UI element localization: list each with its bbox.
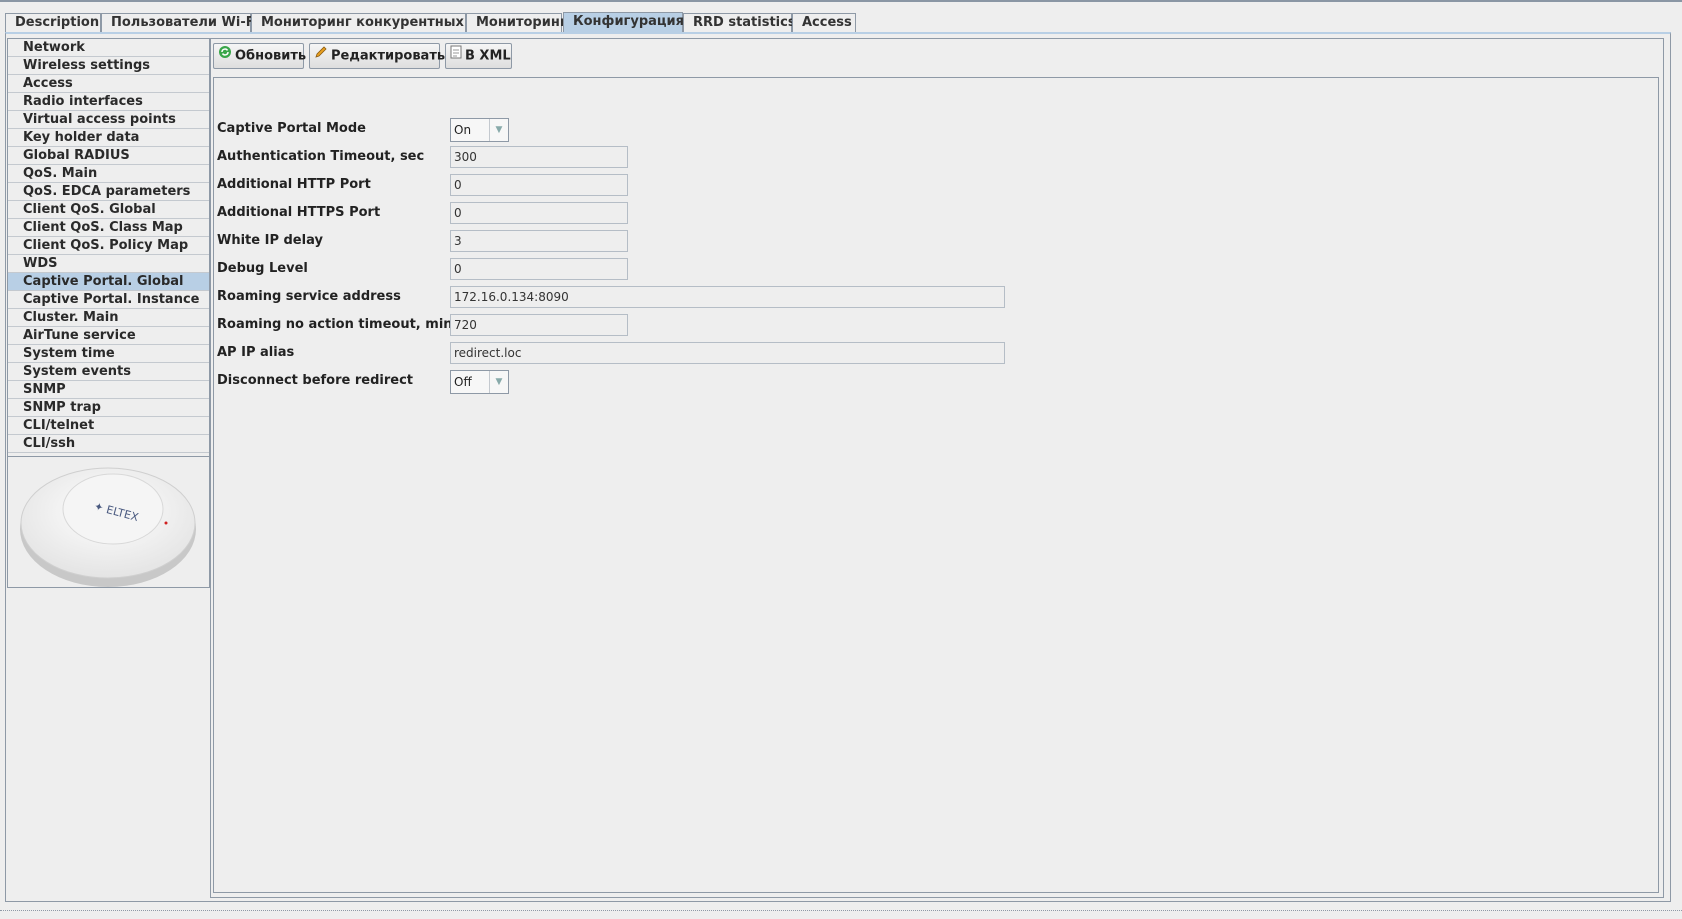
http-port-field[interactable]: 0: [450, 174, 628, 196]
device-image: ✦ ELTEX: [8, 456, 209, 588]
refresh-button[interactable]: Обновить: [213, 43, 307, 69]
auth-timeout-field[interactable]: 300: [450, 146, 628, 168]
roaming-timeout-field[interactable]: 720: [450, 314, 628, 336]
captive-portal-mode-value: On: [454, 123, 472, 137]
sidebar-item-system-events[interactable]: System events: [8, 363, 209, 381]
sidebar-item-access[interactable]: Access: [8, 75, 209, 93]
sidebar-item-cluster-main[interactable]: Cluster. Main: [8, 309, 209, 327]
sidebar-item-client-qos-class-map[interactable]: Client QoS. Class Map: [8, 219, 209, 237]
disconnect-before-redirect-value: Off: [454, 375, 472, 389]
http-port-label: Additional HTTP Port: [217, 177, 371, 192]
sidebar-item-radio-interfaces[interactable]: Radio interfaces: [8, 93, 209, 111]
window-top-border: [0, 0, 1682, 2]
sidebar-item-global-radius[interactable]: Global RADIUS: [8, 147, 209, 165]
captive-portal-mode-label: Captive Portal Mode: [217, 121, 366, 136]
sidebar-item-wds[interactable]: WDS: [8, 255, 209, 273]
white-ip-delay-field[interactable]: 3: [450, 230, 628, 252]
tab-monitoring[interactable]: Мониторинг: [466, 13, 567, 32]
refresh-icon: [218, 44, 232, 68]
tab-access[interactable]: Access: [792, 13, 856, 32]
edit-button[interactable]: Редактировать: [309, 43, 445, 69]
chevron-down-icon: ▼: [489, 119, 508, 141]
sidebar-item-key-holder-data[interactable]: Key holder data: [8, 129, 209, 147]
sidebar-item-cli-telnet[interactable]: CLI/telnet: [8, 417, 209, 435]
captive-portal-mode-select[interactable]: On ▼: [450, 118, 509, 142]
auth-timeout-label: Authentication Timeout, sec: [217, 149, 425, 164]
tab-competitor-monitoring[interactable]: Мониторинг конкурентных ТД: [251, 13, 489, 32]
refresh-label: Обновить: [235, 48, 307, 64]
sidebar-item-captive-portal-global[interactable]: Captive Portal. Global: [8, 273, 209, 291]
sidebar-item-snmp-trap[interactable]: SNMP trap: [8, 399, 209, 417]
edit-label: Редактировать: [331, 48, 446, 64]
white-ip-delay-label: White IP delay: [217, 233, 323, 248]
export-xml-button[interactable]: В XML: [445, 43, 512, 69]
sidebar-item-snmp[interactable]: SNMP: [8, 381, 209, 399]
tab-rrd-statistics[interactable]: RRD statistics: [683, 13, 796, 32]
https-port-field[interactable]: 0: [450, 202, 628, 224]
sidebar-item-cli-ssh[interactable]: CLI/ssh: [8, 435, 209, 453]
main-panel: Обновить Редактировать В XML Captive Por…: [210, 38, 1664, 898]
ap-ip-alias-label: AP IP alias: [217, 345, 295, 360]
roaming-address-label: Roaming service address: [217, 289, 401, 304]
debug-level-field[interactable]: 0: [450, 258, 628, 280]
sidebar-item-client-qos-policy-map[interactable]: Client QoS. Policy Map: [8, 237, 209, 255]
disconnect-before-redirect-label: Disconnect before redirect: [217, 373, 413, 388]
sidebar-item-virtual-access-points[interactable]: Virtual access points: [8, 111, 209, 129]
pencil-icon: [314, 44, 328, 68]
roaming-timeout-label: Roaming no action timeout, min: [217, 317, 453, 332]
sidebar-item-captive-portal-instance[interactable]: Captive Portal. Instance: [8, 291, 209, 309]
https-port-label: Additional HTTPS Port: [217, 205, 381, 220]
config-sidebar: Network Wireless settings Access Radio i…: [7, 38, 210, 588]
chevron-down-icon: ▼: [489, 371, 508, 393]
sidebar-item-network[interactable]: Network: [8, 39, 209, 57]
access-point-device-icon: ✦ ELTEX: [20, 467, 196, 587]
sidebar-item-airtune-service[interactable]: AirTune service: [8, 327, 209, 345]
tab-configuration[interactable]: Конфигурация: [563, 12, 684, 33]
sidebar-item-qos-edca[interactable]: QoS. EDCA parameters: [8, 183, 209, 201]
roaming-address-field[interactable]: 172.16.0.134:8090: [450, 286, 1005, 308]
captive-portal-global-form: Captive Portal Mode On ▼ Authentication …: [213, 77, 1659, 893]
tab-description[interactable]: Description: [5, 13, 101, 32]
disconnect-before-redirect-select[interactable]: Off ▼: [450, 370, 509, 394]
sidebar-item-system-time[interactable]: System time: [8, 345, 209, 363]
debug-level-label: Debug Level: [217, 261, 308, 276]
document-icon: [450, 44, 462, 68]
ap-ip-alias-field[interactable]: redirect.loc: [450, 342, 1005, 364]
tab-wifi-users[interactable]: Пользователи Wi-Fi: [101, 13, 259, 32]
sidebar-item-qos-main[interactable]: QoS. Main: [8, 165, 209, 183]
xml-label: В XML: [465, 48, 511, 64]
sidebar-item-wireless-settings[interactable]: Wireless settings: [8, 57, 209, 75]
sidebar-item-client-qos-global[interactable]: Client QoS. Global: [8, 201, 209, 219]
